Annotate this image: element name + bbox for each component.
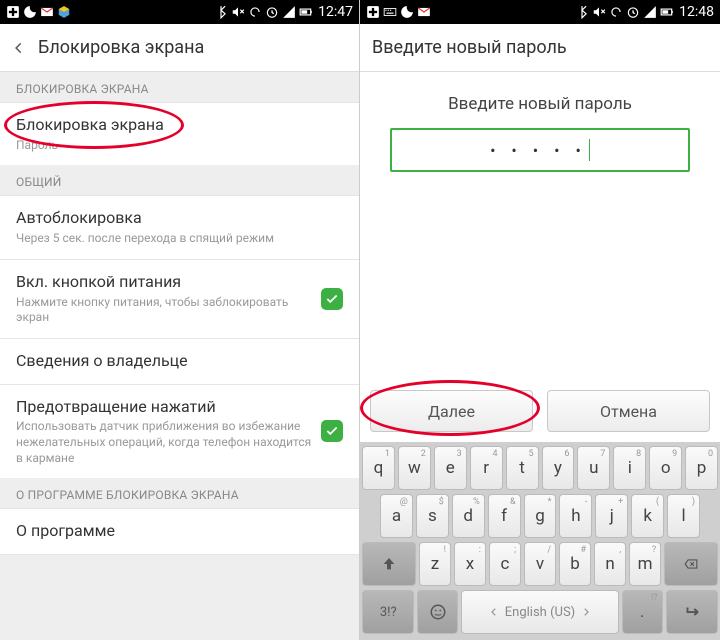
item-about[interactable]: О программе [0, 508, 359, 555]
period-key[interactable]: .!? [622, 590, 663, 634]
clock-text: 12:47 [318, 4, 353, 20]
mute-icon [592, 5, 606, 19]
key-p[interactable]: p0 [685, 446, 718, 490]
key-g[interactable]: g* [524, 494, 557, 538]
key-d[interactable]: d% [452, 494, 485, 538]
key-b[interactable]: b# [559, 542, 591, 586]
item-power-button-lock[interactable]: Вкл. кнопкой питания Нажмите кнопку пита… [0, 259, 359, 338]
page-title: Блокировка экрана [38, 37, 204, 58]
moon-icon [400, 5, 414, 19]
sync-icon [609, 5, 623, 19]
key-f[interactable]: f& [488, 494, 521, 538]
mail-icon [417, 5, 431, 19]
checkbox-checked-icon[interactable] [321, 420, 343, 442]
key-t[interactable]: t5 [506, 446, 539, 490]
back-icon[interactable] [12, 41, 26, 55]
password-prompt: Введите новый пароль [360, 94, 720, 114]
key-w[interactable]: w2 [398, 446, 431, 490]
key-e[interactable]: e3 [434, 446, 467, 490]
enter-key[interactable] [666, 590, 718, 634]
password-input[interactable]: • • • • • [390, 128, 690, 172]
mail-icon [40, 5, 54, 19]
key-a[interactable]: a@ [380, 494, 413, 538]
alarm-icon [626, 5, 640, 19]
key-k[interactable]: k( [631, 494, 664, 538]
space-key[interactable]: English (US) [461, 590, 618, 634]
alarm-icon [265, 5, 279, 19]
item-auto-lock[interactable]: Автоблокировка Через 5 сек. после перехо… [0, 195, 359, 258]
password-dots: • • • • • [490, 141, 587, 160]
emoji-key[interactable] [417, 590, 458, 634]
key-j[interactable]: j+ [595, 494, 628, 538]
keyboard-icon [383, 5, 397, 19]
item-prevent-touch[interactable]: Предотвращение нажатий Использовать датч… [0, 384, 359, 479]
item-owner-info[interactable]: Сведения о владельце [0, 338, 359, 384]
key-s[interactable]: s$ [416, 494, 449, 538]
item-title: Блокировка экрана [16, 115, 343, 136]
phone-password: 12:48 Введите новый пароль Введите новый… [360, 0, 720, 640]
key-r[interactable]: r4 [470, 446, 503, 490]
app-bar: Введите новый пароль [360, 24, 720, 72]
key-z[interactable]: z! [419, 542, 451, 586]
signal-icon [643, 5, 657, 19]
key-c[interactable]: c; [489, 542, 521, 586]
status-bar: 12:47 [0, 0, 359, 24]
text-cursor [589, 139, 590, 161]
item-lock-screen[interactable]: Блокировка экрана Пароль [0, 102, 359, 165]
status-bar: 12:48 [360, 0, 720, 24]
plus-icon [6, 5, 20, 19]
key-y[interactable]: y6 [542, 446, 575, 490]
clock-text: 12:48 [679, 4, 714, 20]
shift-key[interactable] [362, 542, 416, 586]
app-bar: Блокировка экрана [0, 24, 359, 72]
key-h[interactable]: h- [559, 494, 592, 538]
section-about: О ПРОГРАММЕ БЛОКИРОВКА ЭКРАНА [0, 478, 359, 508]
section-general: ОБЩИЙ [0, 165, 359, 195]
mute-icon [231, 5, 245, 19]
section-lock: БЛОКИРОВКА ЭКРАНА [0, 72, 359, 102]
soft-keyboard: q1w2e3r4t5y6u7i8o9p0 a@s$d%f&g*h-j+k(l) … [360, 442, 720, 640]
battery-icon [299, 5, 313, 19]
button-row: Далее Отмена [360, 384, 720, 442]
key-x[interactable]: x: [454, 542, 486, 586]
key-q[interactable]: q1 [362, 446, 395, 490]
settings-list[interactable]: БЛОКИРОВКА ЭКРАНА Блокировка экрана Паро… [0, 72, 359, 640]
page-title: Введите новый пароль [372, 37, 567, 58]
battery-icon [660, 5, 674, 19]
cube-icon [57, 5, 71, 19]
symbols-key[interactable]: 3!? [362, 590, 414, 634]
backspace-key[interactable] [664, 542, 718, 586]
item-sub: Пароль [16, 138, 343, 154]
bluetooth-icon [214, 5, 228, 19]
bluetooth-icon [575, 5, 589, 19]
key-l[interactable]: l) [667, 494, 700, 538]
cancel-button[interactable]: Отмена [547, 390, 710, 432]
moon-icon [23, 5, 37, 19]
signal-icon [282, 5, 296, 19]
key-u[interactable]: u7 [577, 446, 610, 490]
next-button[interactable]: Далее [370, 390, 533, 432]
checkbox-checked-icon[interactable] [321, 288, 343, 310]
key-v[interactable]: v/ [524, 542, 556, 586]
key-i[interactable]: i8 [613, 446, 646, 490]
key-n[interactable]: n, [594, 542, 626, 586]
key-o[interactable]: o9 [649, 446, 682, 490]
key-m[interactable]: m? [629, 542, 661, 586]
phone-settings: 12:47 Блокировка экрана БЛОКИРОВКА ЭКРАН… [0, 0, 360, 640]
sync-icon [248, 5, 262, 19]
plus-icon [366, 5, 380, 19]
